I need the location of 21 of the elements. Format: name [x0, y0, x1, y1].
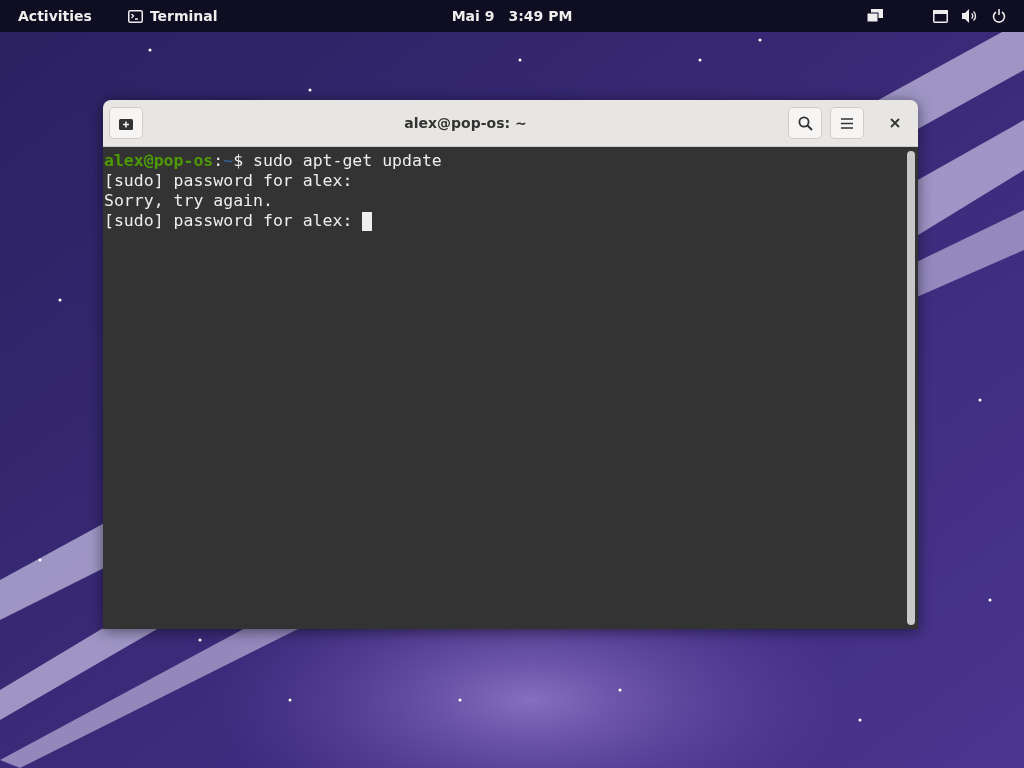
- terminal-line: Sorry, try again.: [104, 191, 273, 211]
- terminal-line: [sudo] password for alex:: [104, 171, 353, 191]
- search-icon: [797, 115, 813, 131]
- terminal-line: [sudo] password for alex:: [104, 211, 354, 231]
- search-button[interactable]: [788, 107, 822, 139]
- scrollbar-thumb[interactable]: [907, 151, 915, 625]
- volume-icon[interactable]: [962, 9, 978, 23]
- power-icon[interactable]: [992, 9, 1006, 23]
- app-menu[interactable]: Terminal: [127, 8, 218, 24]
- windows-icon[interactable]: [867, 9, 883, 23]
- terminal-icon: [127, 9, 143, 23]
- terminal-line: alex@pop-os:~$ sudo apt-get update: [104, 151, 442, 171]
- window-title: alex@pop-os: ~: [403, 115, 528, 131]
- clock[interactable]: Mai 9 3:49 PM: [451, 8, 573, 24]
- menu-button[interactable]: [830, 107, 864, 139]
- new-tab-button[interactable]: [109, 107, 143, 139]
- close-icon: [890, 118, 900, 128]
- menu-icon: [841, 117, 853, 129]
- screen-icon[interactable]: [933, 9, 948, 23]
- new-tab-icon: [119, 116, 133, 130]
- activities-button[interactable]: Activities: [18, 8, 92, 24]
